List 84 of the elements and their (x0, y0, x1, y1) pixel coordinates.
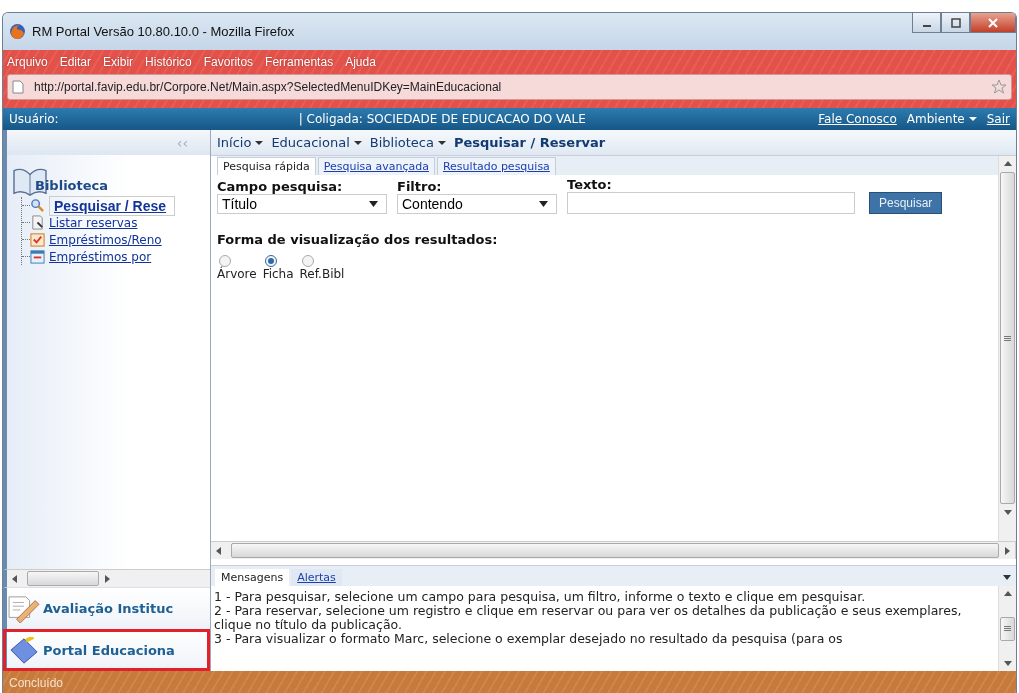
message-text: 1 - Para pesquisar, selecione um campo para pesquisa, um filtro, informe o texto e clique em pesquisar. (214, 590, 867, 604)
tab[interactable]: Pesquisa rápida (217, 157, 316, 175)
tab[interactable]: Alertas (291, 569, 342, 586)
environment-menu[interactable]: Ambiente (906, 112, 977, 126)
horizontal-scrollbar[interactable] (3, 569, 210, 587)
radio-label: Ficha (262, 267, 294, 281)
menu-item[interactable]: Ajuda (345, 55, 376, 69)
horizontal-scrollbar[interactable] (211, 541, 1016, 559)
radio-button[interactable] (219, 255, 231, 267)
menu-item[interactable]: Editar (59, 55, 92, 69)
filter-label: Filtro: (397, 179, 443, 194)
caret-icon[interactable] (437, 139, 446, 146)
minimize-icon (922, 24, 931, 27)
left-arrow-icon[interactable] (12, 574, 18, 583)
calendar-icon (30, 249, 45, 264)
up-arrow-icon[interactable] (1003, 161, 1012, 167)
module-item[interactable]: Portal Educaciona (3, 629, 210, 671)
field-select[interactable]: Título (217, 194, 387, 214)
up-arrow-icon[interactable] (1003, 591, 1012, 597)
tab[interactable]: Mensagens (215, 569, 290, 586)
browser-logo-icon (9, 23, 26, 40)
pencil-icon (7, 594, 41, 623)
message-text: 2 - Para reservar, selecione um registro e clique em reservar ou para ver os detalhes da publicação e seus exemplares, clique no título da publicação. (214, 604, 963, 632)
status-text: Concluído (9, 675, 64, 690)
filter-select[interactable]: Contendo (397, 194, 557, 214)
vertical-scrollbar[interactable] (998, 156, 1016, 541)
menu-item[interactable]: Favoritos (203, 55, 254, 69)
right-arrow-icon[interactable] (104, 574, 110, 583)
header-link[interactable]: Fale Conosco (818, 112, 897, 126)
star-icon[interactable] (991, 79, 1007, 95)
right-arrow-icon[interactable] (1004, 546, 1010, 555)
user-label: Usuário: (9, 112, 59, 126)
caret-icon (539, 201, 548, 207)
vertical-scrollbar[interactable] (998, 586, 1016, 671)
sidebar-item[interactable]: Listar reservas (49, 215, 138, 230)
maximize-button[interactable] (941, 13, 970, 33)
minimize-button[interactable] (912, 13, 941, 33)
close-icon (987, 16, 999, 29)
caret-icon[interactable] (353, 139, 362, 146)
sidebar-item[interactable]: Empréstimos/Reno (49, 232, 162, 247)
section-title: Biblioteca (35, 178, 109, 195)
breadcrumb-item[interactable]: Pesquisar / Reservar (453, 135, 606, 150)
breadcrumb-item[interactable]: Educacional (271, 135, 350, 150)
grip-icon (1004, 335, 1011, 341)
left-arrow-icon[interactable] (216, 546, 222, 555)
checklist-icon (30, 232, 45, 247)
address-field[interactable]: http://portal.favip.edu.br/Corpore.Net/Main.aspx?SelectedMenuIDKey=MainEducacional (7, 74, 1012, 100)
menu-item[interactable]: Exibir (103, 55, 134, 69)
document-icon (30, 215, 45, 230)
radio-label: Árvore (217, 267, 257, 281)
down-arrow-icon[interactable] (1003, 509, 1012, 515)
breadcrumb-item[interactable]: Início (217, 135, 252, 150)
search-button[interactable]: Pesquisar (869, 192, 943, 214)
message-text: 3 - Para visualizar o formato Marc, selecione o exemplar desejado no resultado da pesquisa (para os (214, 632, 844, 646)
magnifier-icon (30, 198, 45, 213)
menu-item[interactable]: Histórico (145, 55, 192, 69)
tab[interactable]: Resultado pesquisa (436, 157, 556, 175)
down-arrow-icon[interactable] (1003, 660, 1012, 666)
caret-icon[interactable] (1003, 574, 1011, 580)
caret-icon (369, 201, 378, 207)
text-field[interactable] (567, 192, 855, 214)
view-mode-label: Forma de visualização dos resultados: (217, 232, 499, 247)
page-icon (12, 80, 24, 94)
text-label: Texto: (567, 177, 613, 192)
menu-item[interactable]: Ferramentas (265, 55, 334, 69)
menu-item[interactable]: Arquivo (7, 55, 48, 69)
ruler-icon (7, 636, 41, 665)
sidebar-item[interactable]: Pesquisar / Rese (49, 195, 176, 216)
module-item[interactable]: Avaliação Instituc (3, 587, 210, 629)
company-label: | Coligada: SOCIEDADE DE EDUCACAO DO VALE (298, 112, 586, 126)
caret-icon[interactable] (255, 139, 264, 146)
tab[interactable]: Pesquisa avançada (317, 157, 435, 175)
window-title: RM Portal Versão 10.80.10.0 - Mozilla Firefox (32, 24, 295, 39)
radio-button[interactable] (301, 255, 314, 267)
caret-icon (968, 116, 977, 122)
maximize-icon (949, 16, 962, 29)
header-link[interactable]: Sair (986, 112, 1010, 126)
radio-button[interactable] (264, 255, 277, 267)
breadcrumb-item[interactable]: Biblioteca (369, 135, 434, 150)
sidebar-item[interactable]: Empréstimos por (49, 249, 152, 264)
grip-icon (1004, 626, 1011, 631)
close-button[interactable] (970, 13, 1016, 33)
radio-label: Ref.Bibl (299, 267, 345, 281)
field-label: Campo pesquisa: (217, 179, 344, 194)
